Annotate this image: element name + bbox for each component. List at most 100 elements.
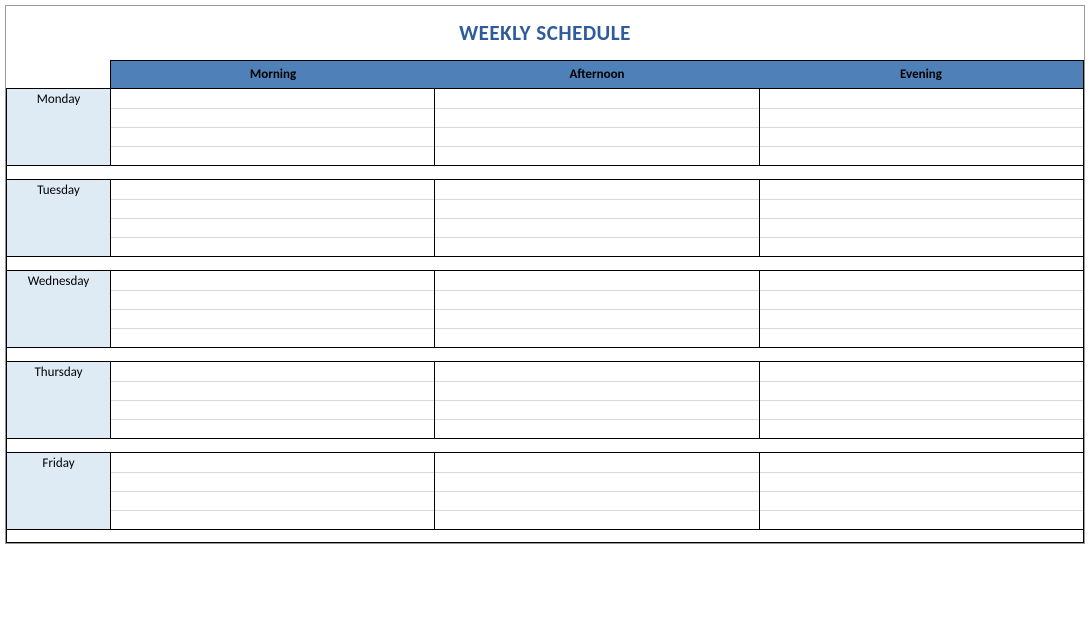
schedule-column xyxy=(111,453,434,529)
schedule-column xyxy=(111,362,434,438)
day-gap xyxy=(6,348,1084,361)
schedule-cell[interactable] xyxy=(435,491,758,510)
day-gap xyxy=(6,530,1084,543)
column-header-band: Morning Afternoon Evening xyxy=(110,60,1084,88)
schedule-cell[interactable] xyxy=(760,419,1083,438)
column-header-afternoon: Afternoon xyxy=(435,61,759,88)
day-grid xyxy=(111,89,1083,165)
day-grid xyxy=(111,271,1083,347)
schedule-cell[interactable] xyxy=(760,127,1083,146)
schedule-cell[interactable] xyxy=(435,381,758,400)
schedule-cell[interactable] xyxy=(435,419,758,438)
schedule-cell[interactable] xyxy=(435,127,758,146)
column-header-row: Morning Afternoon Evening xyxy=(6,60,1084,88)
schedule-column xyxy=(434,271,758,347)
schedule-cell[interactable] xyxy=(435,180,758,199)
schedule-cell[interactable] xyxy=(760,180,1083,199)
header-spacer xyxy=(6,60,110,88)
schedule-column xyxy=(434,180,758,256)
schedule-cell[interactable] xyxy=(111,89,434,108)
schedule-cell[interactable] xyxy=(435,237,758,256)
schedule-cell[interactable] xyxy=(760,89,1083,108)
day-label: Friday xyxy=(7,453,111,529)
schedule-cell[interactable] xyxy=(435,108,758,127)
schedule-cell[interactable] xyxy=(111,271,434,290)
schedule-cell[interactable] xyxy=(111,146,434,165)
schedule-cell[interactable] xyxy=(760,472,1083,491)
day-block: Friday xyxy=(6,452,1084,530)
schedule-cell[interactable] xyxy=(111,453,434,472)
schedule-cell[interactable] xyxy=(435,453,758,472)
schedule-column xyxy=(111,89,434,165)
schedule-cell[interactable] xyxy=(760,328,1083,347)
day-label: Tuesday xyxy=(7,180,111,256)
schedule-cell[interactable] xyxy=(760,290,1083,309)
schedule-column xyxy=(434,362,758,438)
day-block: Monday xyxy=(6,88,1084,166)
schedule-cell[interactable] xyxy=(435,362,758,381)
schedule-cell[interactable] xyxy=(111,328,434,347)
schedule-cell[interactable] xyxy=(111,419,434,438)
day-label: Thursday xyxy=(7,362,111,438)
column-header-evening: Evening xyxy=(759,61,1083,88)
column-header-morning: Morning xyxy=(111,61,435,88)
schedule-column xyxy=(434,89,758,165)
day-block: Tuesday xyxy=(6,179,1084,257)
schedule-cell[interactable] xyxy=(111,381,434,400)
schedule-cell[interactable] xyxy=(435,146,758,165)
schedule-cell[interactable] xyxy=(760,218,1083,237)
day-gap xyxy=(6,439,1084,452)
schedule-cell[interactable] xyxy=(435,290,758,309)
schedule-cell[interactable] xyxy=(760,108,1083,127)
schedule-cell[interactable] xyxy=(111,237,434,256)
schedule-cell[interactable] xyxy=(435,89,758,108)
schedule-cell[interactable] xyxy=(111,218,434,237)
day-block: Wednesday xyxy=(6,270,1084,348)
schedule-cell[interactable] xyxy=(435,218,758,237)
days-container: Monday Tuesday Wednesday Thursday Friday xyxy=(6,88,1084,543)
day-label: Wednesday xyxy=(7,271,111,347)
schedule-cell[interactable] xyxy=(435,199,758,218)
schedule-cell[interactable] xyxy=(435,510,758,529)
schedule-cell[interactable] xyxy=(760,381,1083,400)
schedule-cell[interactable] xyxy=(111,472,434,491)
day-gap xyxy=(6,257,1084,270)
schedule-cell[interactable] xyxy=(111,491,434,510)
schedule-cell[interactable] xyxy=(111,400,434,419)
day-grid xyxy=(111,180,1083,256)
schedule-column xyxy=(111,180,434,256)
day-gap xyxy=(6,166,1084,179)
schedule-cell[interactable] xyxy=(111,290,434,309)
schedule-cell[interactable] xyxy=(760,400,1083,419)
schedule-cell[interactable] xyxy=(111,510,434,529)
schedule-column xyxy=(759,362,1083,438)
schedule-cell[interactable] xyxy=(760,146,1083,165)
schedule-cell[interactable] xyxy=(760,362,1083,381)
schedule-cell[interactable] xyxy=(435,309,758,328)
schedule-cell[interactable] xyxy=(760,199,1083,218)
page-title: WEEKLY SCHEDULE xyxy=(6,6,1084,60)
schedule-cell[interactable] xyxy=(760,510,1083,529)
day-block: Thursday xyxy=(6,361,1084,439)
schedule-cell[interactable] xyxy=(760,453,1083,472)
schedule-cell[interactable] xyxy=(111,180,434,199)
schedule-cell[interactable] xyxy=(760,309,1083,328)
schedule-column xyxy=(434,453,758,529)
day-grid xyxy=(111,362,1083,438)
weekly-schedule-page: WEEKLY SCHEDULE Morning Afternoon Evenin… xyxy=(5,5,1085,544)
day-label: Monday xyxy=(7,89,111,165)
schedule-cell[interactable] xyxy=(111,362,434,381)
schedule-column xyxy=(759,89,1083,165)
schedule-cell[interactable] xyxy=(111,108,434,127)
schedule-cell[interactable] xyxy=(111,309,434,328)
schedule-cell[interactable] xyxy=(760,237,1083,256)
schedule-cell[interactable] xyxy=(111,199,434,218)
schedule-cell[interactable] xyxy=(435,328,758,347)
schedule-cell[interactable] xyxy=(111,127,434,146)
schedule-cell[interactable] xyxy=(435,472,758,491)
schedule-cell[interactable] xyxy=(760,271,1083,290)
schedule-column xyxy=(759,453,1083,529)
schedule-cell[interactable] xyxy=(435,400,758,419)
schedule-cell[interactable] xyxy=(435,271,758,290)
schedule-cell[interactable] xyxy=(760,491,1083,510)
